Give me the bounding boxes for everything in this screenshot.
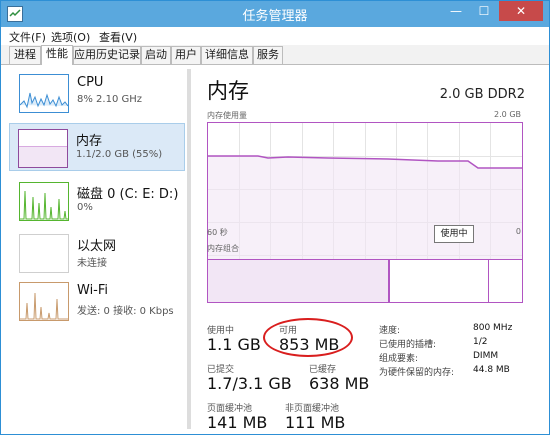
sidebar-item-label: 磁盘 0 (C: E: D:) [77,187,179,202]
tab-details[interactable]: 详细信息 [201,46,253,64]
sidebar-item-sub: 未连接 [77,258,107,269]
sidebar-item-sub: 1.1/2.0 GB (55%) [76,149,163,160]
nonpaged-pool-value: 111 MB [285,413,346,432]
disk-thumbnail-graph [19,182,69,221]
performance-sidebar: CPU 8% 2.10 GHz 内存 1.1/2.0 GB (55%) 磁盘 0… [9,69,185,429]
menu-file[interactable]: 文件(F) [9,29,46,45]
menu-options[interactable]: 选项(O) [51,29,90,45]
composition-standby [390,260,489,302]
tab-users[interactable]: 用户 [171,46,201,64]
tab-processes[interactable]: 进程 [9,46,41,64]
sidebar-item-disk[interactable]: 磁盘 0 (C: E: D:) 0% [11,177,183,223]
memory-spec: 2.0 GB DDR2 [439,87,525,102]
paged-pool-value: 141 MB [207,413,268,432]
form-factor-label: 组成要素: [379,354,419,364]
sidebar-item-ethernet[interactable]: 以太网 未连接 [11,229,183,275]
title-bar[interactable]: 任务管理器 — ☐ ✕ [1,1,549,27]
sidebar-item-sub: 0% [77,202,93,213]
wifi-thumbnail-graph [19,282,69,321]
minimize-button[interactable]: — [443,1,469,21]
tab-performance[interactable]: 性能 [41,45,73,65]
task-manager-window: 任务管理器 — ☐ ✕ 文件(F) 选项(O) 查看(V) 进程 性能 应用历史… [0,0,550,435]
menu-bar: 文件(F) 选项(O) 查看(V) [1,27,549,45]
x-axis-right-label: 0 [515,227,521,236]
sidebar-item-sub: 8% 2.10 GHz [77,94,143,105]
sidebar-item-label: Wi-Fi [77,283,109,298]
memory-composition-bar [207,259,523,303]
in-use-tooltip: 使用中 [434,225,474,243]
committed-value: 1.7/3.1 GB [207,374,292,393]
page-title: 内存 [207,79,249,103]
menu-view[interactable]: 查看(V) [99,29,137,45]
sidebar-item-label: 以太网 [77,239,117,254]
x-axis-left-label: 60 秒 [207,228,228,237]
annotation-circle [263,318,353,357]
sidebar-item-cpu[interactable]: CPU 8% 2.10 GHz [11,69,183,115]
composition-label: 内存组合 [207,244,239,253]
form-factor-value: DIMM [473,351,499,361]
ethernet-thumbnail-graph [19,234,69,273]
cpu-thumbnail-graph [19,74,69,113]
cached-value: 638 MB [309,374,370,393]
tab-strip: 进程 性能 应用历史记录 启动 用户 详细信息 服务 [1,45,549,65]
speed-label: 速度: [379,326,401,336]
hardware-reserved-value: 44.8 MB [473,365,510,375]
sidebar-item-label: 内存 [76,134,103,149]
sidebar-scrollbar[interactable] [187,69,191,429]
in-use-value: 1.1 GB [207,335,261,354]
tab-startup[interactable]: 启动 [141,46,171,64]
tab-app-history[interactable]: 应用历史记录 [73,46,141,64]
memory-panel: 内存 2.0 GB DDR2 内存使用量 2.0 GB 使用中 60 秒 0 内… [197,69,537,432]
composition-free [489,260,522,302]
slots-used-label: 已使用的插槽: [379,340,437,350]
sidebar-item-memory[interactable]: 内存 1.1/2.0 GB (55%) [9,123,185,171]
sidebar-item-sub: 发送: 0 接收: 0 Kbps [77,306,174,317]
usage-graph-max: 2.0 GB [494,110,521,119]
usage-graph-label: 内存使用量 [207,111,247,120]
sidebar-item-label: CPU [77,75,104,90]
composition-in-use [208,260,389,302]
tab-services[interactable]: 服务 [253,46,283,64]
sidebar-item-wifi[interactable]: Wi-Fi 发送: 0 接收: 0 Kbps [11,277,183,323]
speed-value: 800 MHz [473,323,513,333]
memory-thumbnail-graph [18,129,68,168]
hardware-reserved-label: 为硬件保留的内存: [379,368,455,378]
maximize-button[interactable]: ☐ [471,1,497,21]
slots-used-value: 1/2 [473,337,488,347]
close-button[interactable]: ✕ [499,1,543,21]
